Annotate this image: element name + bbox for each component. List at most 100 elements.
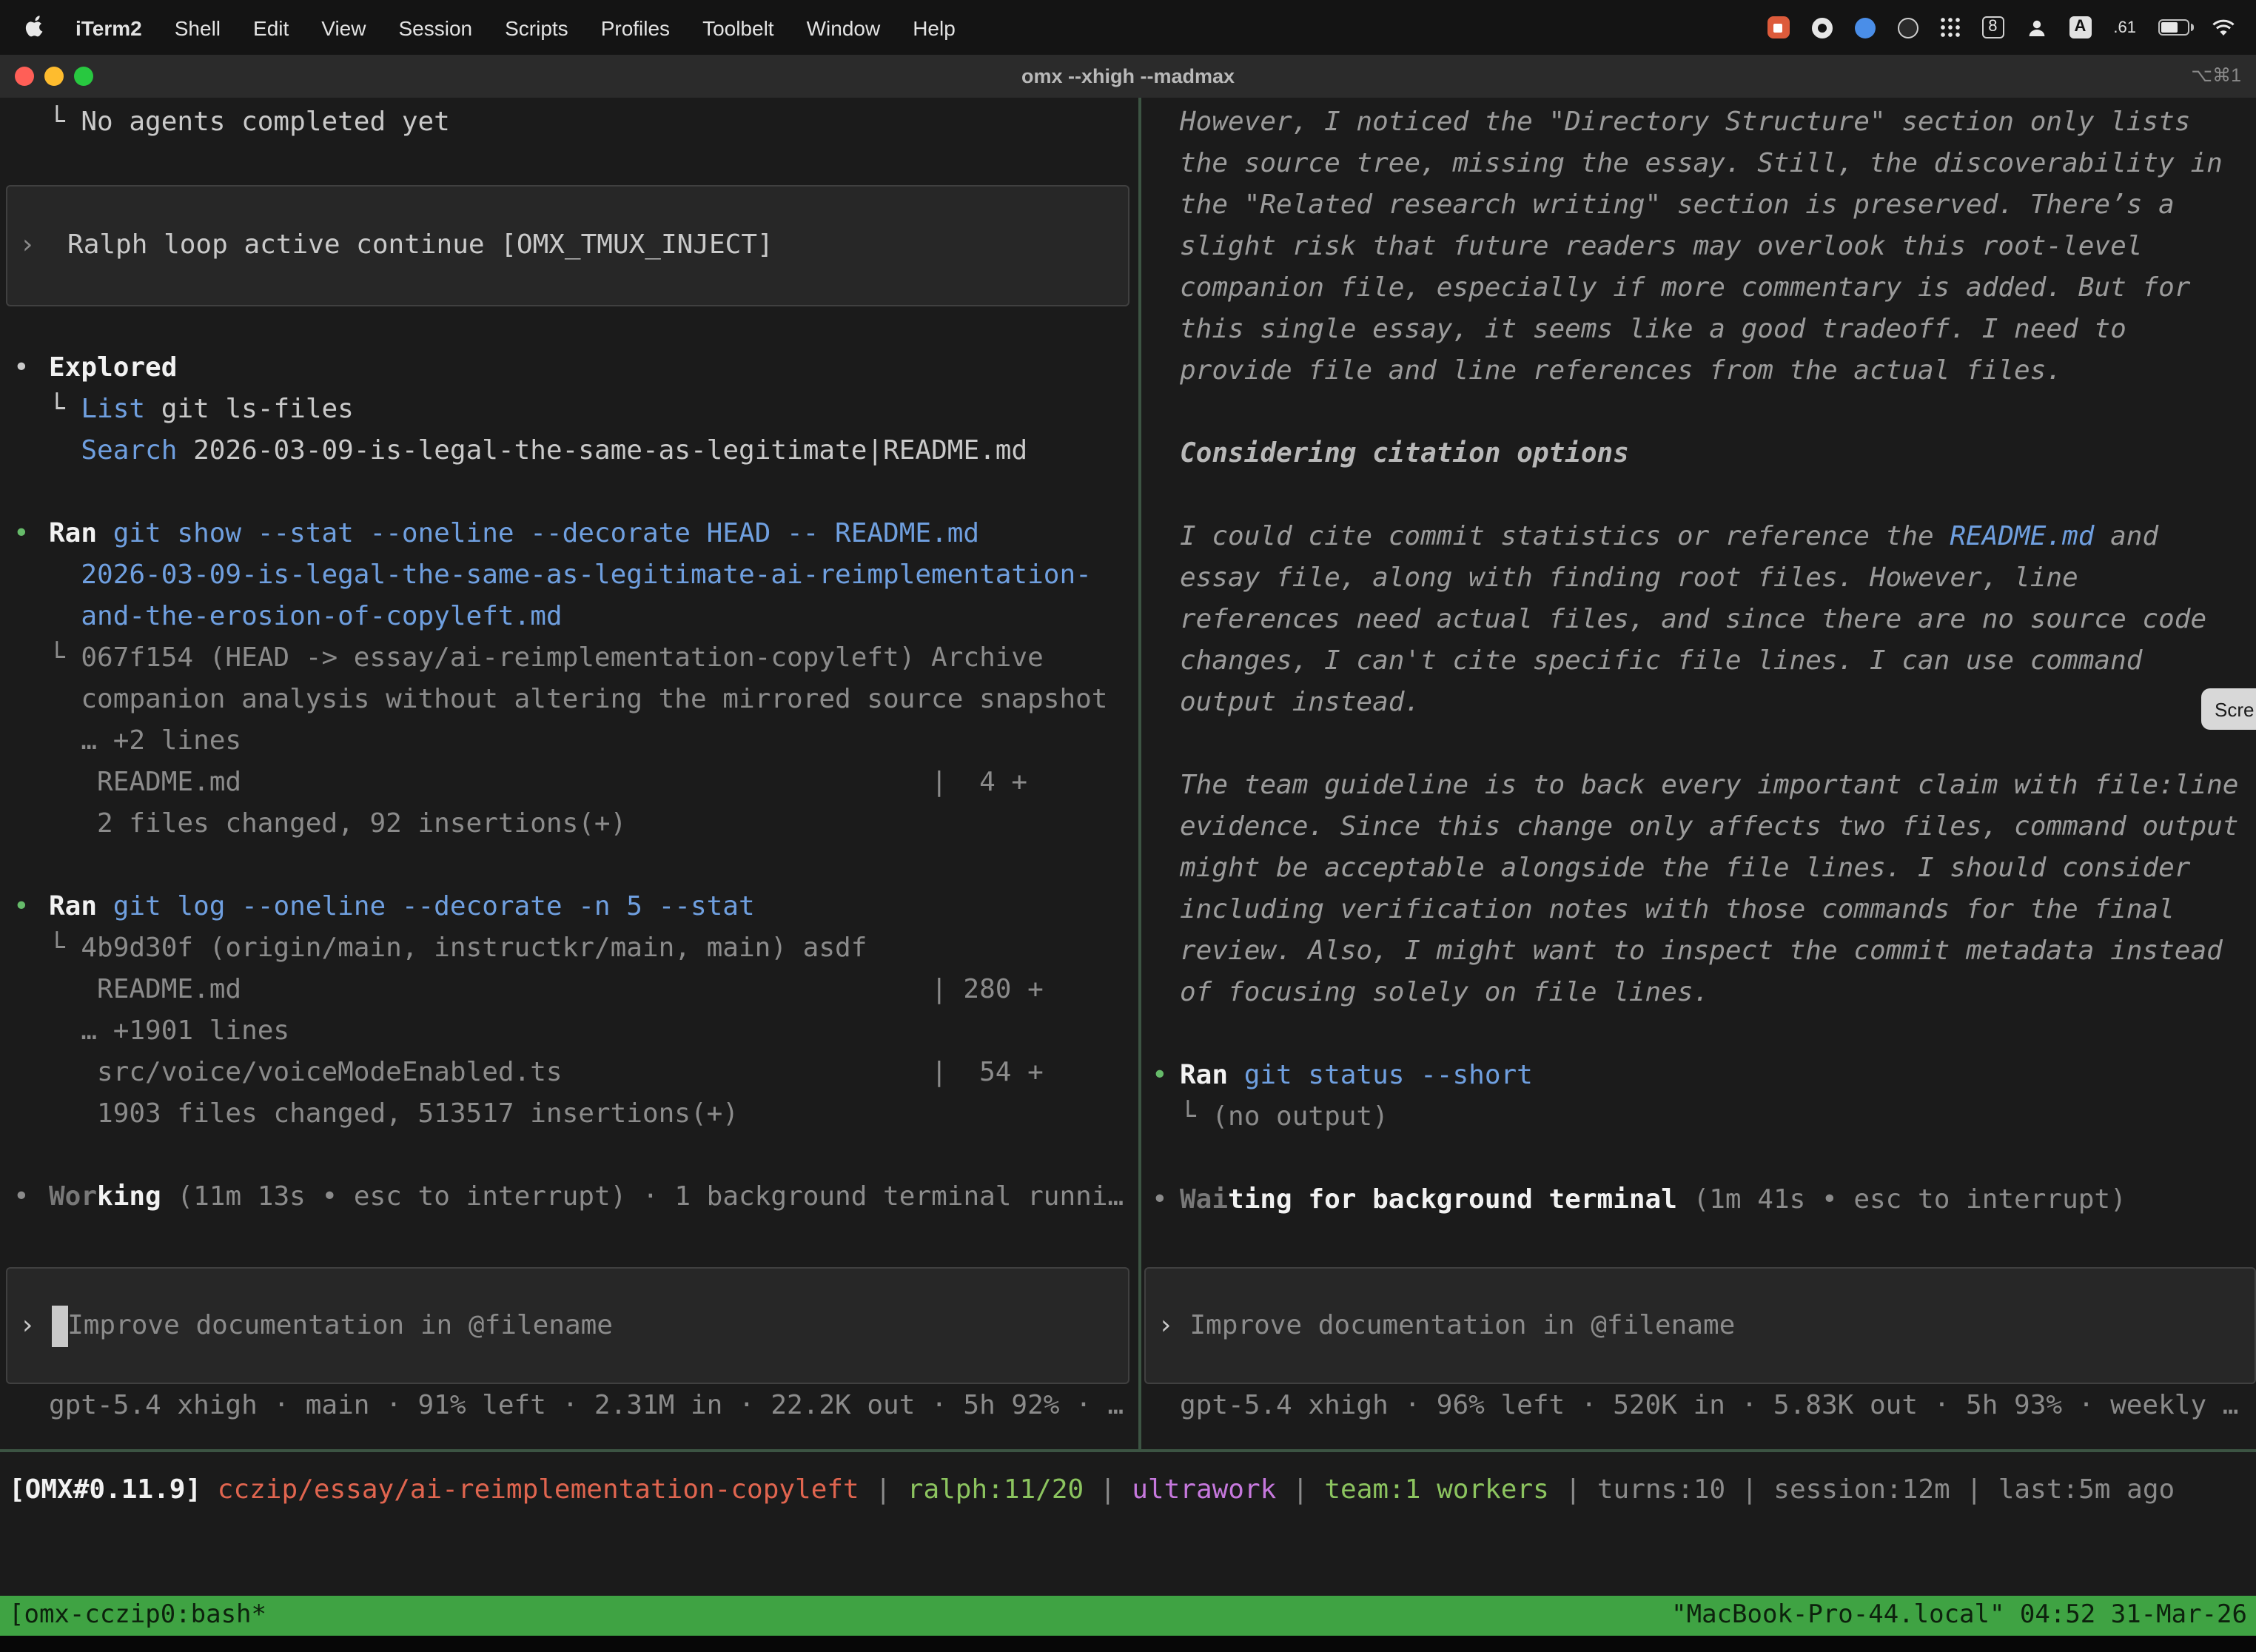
terminal-line: output instead. [1141,682,2256,724]
text-segment: king [97,1181,161,1212]
menu-item-session[interactable]: Session [382,16,489,39]
tmux-host-clock: "MacBook-Pro-44.local" 04:52 31-Mar-26 [1671,1596,2256,1636]
bottom-strip [0,1636,2256,1652]
screen-recording-icon[interactable] [1767,16,1789,38]
terminal-line: including verification notes with those … [1141,890,2256,931]
blank-line [1141,724,2256,765]
browser-icon[interactable] [1811,17,1832,38]
text-segment: including verification notes with those … [1180,894,2175,925]
text-segment: └ 067f154 (HEAD -> essay/ai-reimplementa… [49,642,1044,674]
menu-app-name[interactable]: iTerm2 [59,16,158,39]
text-segment: last:5m ago [1998,1474,2175,1505]
text-segment: 2 files changed, 92 insertions(+) [49,808,626,839]
blank-line [1141,1014,2256,1055]
menu-item-help[interactable]: Help [896,16,972,39]
ran-git-status: •Ran git status --short [1141,1055,2256,1097]
terminal-pane-right[interactable]: However, I noticed the "Directory Struct… [1141,98,2256,1449]
text-segment: | [1725,1474,1773,1505]
terminal-line: 1903 files changed, 513517 insertions(+) [0,1094,1138,1135]
terminal-line: might be acceptable alongside the file l… [1141,848,2256,890]
record-dot [1773,23,1782,32]
text-segment: Ran [1180,1060,1228,1091]
tmux-session-name[interactable]: [omx-cczip0:bash* [0,1596,266,1636]
explored-header: •Explored [0,348,1138,389]
keyboard-badge-icon[interactable]: 8 [1981,16,2004,38]
ran-git-log: •Ran git log --oneline --decorate -n 5 -… [0,887,1138,928]
text-segment: | [1084,1474,1132,1505]
text-segment: › [1158,1305,1189,1346]
terminal-line: Search 2026-03-09-is-legal-the-same-as-l… [0,431,1138,472]
text-segment: 1903 files changed, 513517 insertions(+) [49,1098,739,1129]
terminal-line: └ No agents completed yet [0,102,1138,144]
ran-git-show: •Ran git show --stat --oneline --decorat… [0,514,1138,555]
text-segment: essay file, along with finding root file… [1180,563,2078,594]
pane-divider-vertical[interactable] [1138,98,1141,1452]
terminal-line: review. Also, I might want to inspect th… [1141,931,2256,973]
terminal-line: I could cite commit statistics or refere… [1141,517,2256,558]
terminal-line: └ List git ls-files [0,389,1138,431]
menu-item-shell[interactable]: Shell [158,16,237,39]
terminal-line: slight risk that future readers may over… [1141,226,2256,268]
terminal-pane-left[interactable]: └ No agents completed yet › Ralph loop ac… [0,98,1138,1449]
prompt-input-left[interactable]: › Improve documentation in @filename [6,1267,1129,1384]
terminal-line: 2026-03-09-is-legal-the-same-as-legitima… [0,555,1138,597]
battery-tip [2190,24,2194,31]
apple-menu-icon[interactable] [15,15,59,40]
text-segment: Search [81,435,177,466]
screenshot-notification[interactable]: Scre [2201,688,2256,730]
text-segment: | [1549,1474,1597,1505]
blank-line [0,1135,1138,1177]
ralph-loop-banner[interactable]: › Ralph loop active continue [OMX_TMUX_I… [6,185,1129,306]
window-shortcut-badge: ⌥⌘1 [2191,55,2241,98]
terminal-line: └ (no output) [1141,1097,2256,1138]
menu-bar: iTerm2 ShellEditViewSessionScriptsProfil… [0,0,2256,55]
input-source-icon[interactable]: A [2069,16,2091,38]
menu-item-edit[interactable]: Edit [237,16,305,39]
text-segment: List [81,394,145,425]
blank-line [1141,475,2256,517]
text-segment: Ran [49,518,97,549]
text-segment: the "Related research writing" section i… [1180,189,2175,221]
terminal-line: The team guideline is to back every impo… [1141,765,2256,807]
text-segment: Ralph loop active continue [OMX_TMUX_INJ… [67,225,773,266]
right-pane-output: However, I noticed the "Directory Struct… [1141,102,2256,1221]
terminal-line: └ 067f154 (HEAD -> essay/ai-reimplementa… [0,638,1138,679]
model-status-left: gpt-5.4 xhigh · main · 91% left · 2.31M … [49,1386,1138,1427]
text-segment [49,435,81,466]
terminal-line: of focusing solely on file lines. [1141,973,2256,1014]
menu-item-window[interactable]: Window [790,16,897,39]
menu-item-scripts[interactable]: Scripts [489,16,585,39]
text-segment: └ [49,394,81,425]
shield-icon[interactable] [1897,17,1918,38]
text-segment: and [2094,521,2158,552]
blank-line [0,144,1138,185]
text-segment: [OMX#0.11.9] [9,1474,218,1505]
wifi-icon[interactable] [2212,19,2235,36]
prompt-input-right[interactable]: › Improve documentation in @filename [1144,1267,2256,1384]
text-segment: … +2 lines [49,725,241,756]
launchpad-icon[interactable] [1940,18,1959,37]
screen: iTerm2 ShellEditViewSessionScriptsProfil… [0,0,2256,1652]
bullet-icon: • [13,887,30,928]
text-segment: evidence. Since this change only affects… [1180,811,2239,842]
menu-item-toolbelt[interactable]: Toolbelt [686,16,790,39]
terminal-line: the "Related research writing" section i… [1141,185,2256,226]
text-segment: git show --stat --oneline --decorate HEA… [97,518,979,549]
battery-icon[interactable] [2158,19,2189,36]
terminal-line: changes, I can't cite specific file line… [1141,641,2256,682]
menu-item-profiles[interactable]: Profiles [585,16,686,39]
text-segment: I could cite commit statistics or refere… [1180,521,1950,552]
thinking-header: Considering citation options [1141,434,2256,475]
text-segment: └ (no output) [1180,1101,1389,1132]
menu-item-view[interactable]: View [305,16,382,39]
user-icon[interactable] [2026,17,2047,38]
terminal-line: … +1901 lines [0,1011,1138,1052]
window-titlebar[interactable]: omx --xhigh --madmax ⌥⌘1 [0,55,2256,99]
tmux-status-bar: [omx-cczip0:bash* "MacBook-Pro-44.local"… [0,1596,2256,1636]
text-segment: session:12m [1773,1474,1950,1505]
text-segment: of focusing solely on file lines. [1180,977,1709,1008]
text-segment: this single essay, it seems like a good … [1180,314,2126,345]
text-segment: Ran [49,891,97,922]
text-segment: | [1950,1474,1998,1505]
raycast-icon[interactable] [1854,17,1875,38]
